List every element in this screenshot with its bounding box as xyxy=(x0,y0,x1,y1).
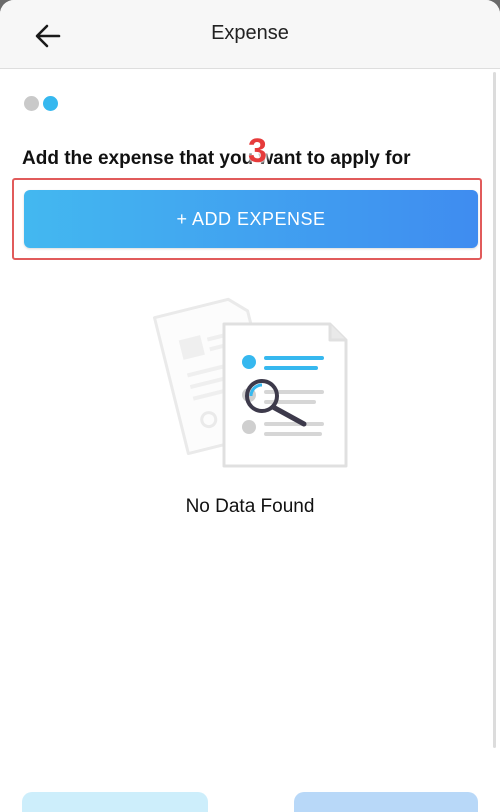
page-title: Expense xyxy=(211,22,289,44)
scrollbar[interactable] xyxy=(493,72,496,748)
step-dot-1 xyxy=(24,96,39,111)
tutorial-step-number: 3 xyxy=(248,132,267,170)
instruction-text: Add the expense that you want to apply f… xyxy=(22,148,411,169)
step-indicator xyxy=(24,96,58,111)
empty-state-message: No Data Found xyxy=(185,496,315,517)
add-expense-button[interactable]: + ADD EXPENSE xyxy=(24,190,478,248)
footer-right-button[interactable] xyxy=(294,792,478,812)
app-header: Expense xyxy=(0,0,500,69)
footer-left-button[interactable] xyxy=(22,792,208,812)
step-dot-2 xyxy=(43,96,58,111)
expense-screen: Expense Add the expense that you want to… xyxy=(0,0,500,812)
no-data-document-search-icon xyxy=(152,297,348,468)
